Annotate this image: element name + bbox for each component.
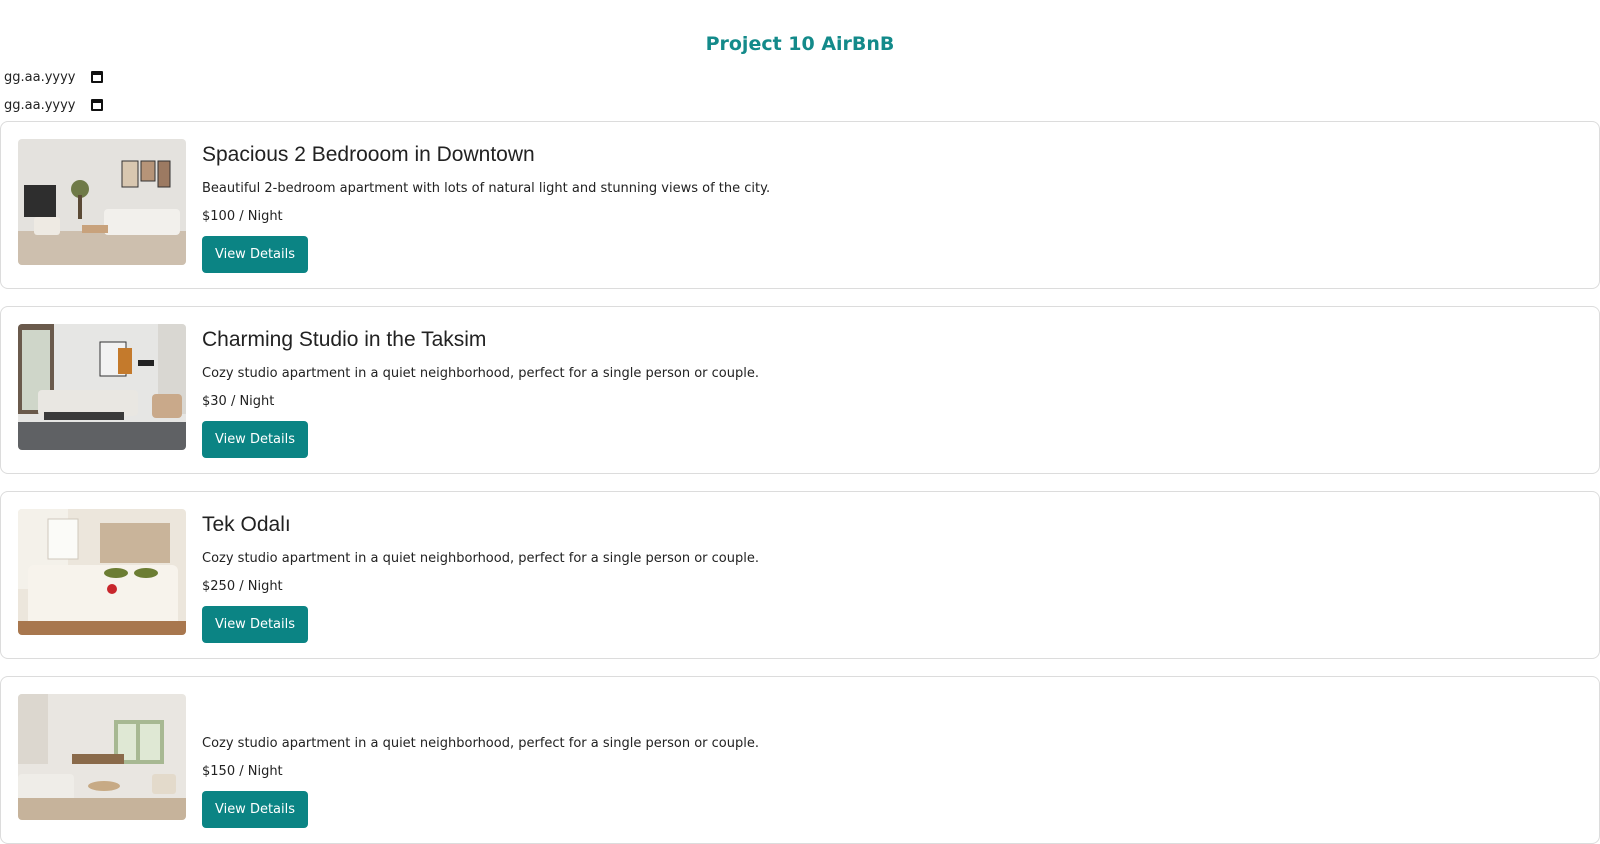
listing-description: Cozy studio apartment in a quiet neighbo… xyxy=(202,736,759,751)
listing-card: Spacious 2 Bedrooom in Downtown Beautifu… xyxy=(0,121,1600,289)
calendar-icon[interactable] xyxy=(91,71,103,83)
listing-card: Charming Studio in the Taksim Cozy studi… xyxy=(0,306,1600,474)
checkout-date-placeholder: gg.aa.yyyy xyxy=(4,97,76,113)
listing-title: Charming Studio in the Taksim xyxy=(202,328,487,351)
listing-photo xyxy=(18,694,186,820)
listing-photo xyxy=(18,139,186,265)
listing-title xyxy=(202,697,1579,723)
listing-title: Spacious 2 Bedrooom in Downtown xyxy=(202,143,535,166)
view-details-button[interactable]: View Details xyxy=(202,236,308,273)
listing-description: Beautiful 2-bedroom apartment with lots … xyxy=(202,181,771,196)
listing-price: $250 / Night xyxy=(202,579,283,594)
listing-photo xyxy=(18,509,186,635)
listing-description: Cozy studio apartment in a quiet neighbo… xyxy=(202,366,759,381)
view-details-button[interactable]: View Details xyxy=(202,421,308,458)
checkout-date-input[interactable]: gg.aa.yyyy xyxy=(4,94,104,116)
listing-card: Tek Odalı Cozy studio apartment in a qui… xyxy=(0,491,1600,659)
checkin-date-input[interactable]: gg.aa.yyyy xyxy=(4,66,104,88)
listing-card: Cozy studio apartment in a quiet neighbo… xyxy=(0,676,1600,844)
listing-price: $100 / Night xyxy=(202,209,283,224)
listing-price: $30 / Night xyxy=(202,394,275,409)
listing-photo xyxy=(18,324,186,450)
listing-description: Cozy studio apartment in a quiet neighbo… xyxy=(202,551,759,566)
checkin-date-placeholder: gg.aa.yyyy xyxy=(4,69,76,85)
page-title: Project 10 AirBnB xyxy=(705,33,895,55)
view-details-button[interactable]: View Details xyxy=(202,606,308,643)
listing-price: $150 / Night xyxy=(202,764,283,779)
listing-title: Tek Odalı xyxy=(202,513,291,536)
calendar-icon[interactable] xyxy=(91,99,103,111)
